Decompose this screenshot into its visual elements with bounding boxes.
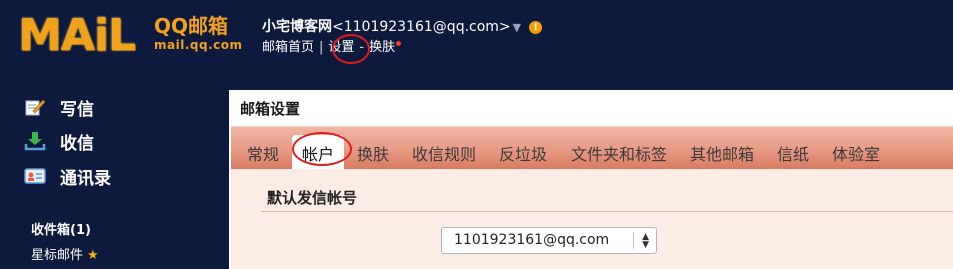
folder-starred[interactable]: 星标邮件 ★ (31, 244, 99, 263)
logo-domain: mail.qq.com (154, 38, 243, 52)
mailbox-home-link[interactable]: 邮箱首页 (262, 40, 314, 55)
tab-mail-rules[interactable]: 收信规则 (412, 141, 476, 165)
starred-label: 星标邮件 (31, 248, 84, 263)
qq-mail-logo[interactable]: MAiL QQ邮箱 mail.qq.com (18, 10, 243, 62)
tab-anti-spam[interactable]: 反垃圾 (499, 141, 547, 165)
tab-folders-labels[interactable]: 文件夹和标签 (571, 141, 667, 165)
tab-stationery[interactable]: 信纸 (777, 141, 809, 165)
logo-brand: QQ邮箱 (154, 14, 229, 38)
tab-lab[interactable]: 体验室 (832, 141, 880, 165)
inbox-label: 收信 (60, 133, 94, 154)
tab-skin[interactable]: 换肤 (357, 141, 389, 165)
contacts-label: 通讯录 (60, 168, 111, 189)
section-divider (261, 211, 953, 212)
select-divider (633, 232, 634, 249)
pencil-note-icon (24, 97, 46, 117)
logo-mail-word: MAiL (18, 10, 136, 61)
page-title: 邮箱设置 (240, 100, 301, 118)
top-header: MAiL QQ邮箱 mail.qq.com 小宅博客网<1101923161@q… (0, 0, 953, 90)
settings-highlight-circle (332, 34, 370, 64)
tab-general[interactable]: 常规 (247, 141, 279, 165)
account-highlight-circle (292, 132, 352, 166)
section-title: 默认发信帐号 (267, 189, 358, 207)
star-icon: ★ (87, 248, 99, 263)
download-tray-icon (24, 131, 46, 151)
address-card-icon (24, 166, 46, 186)
user-name: 小宅博客网 (262, 19, 332, 35)
user-account-line: 小宅博客网<1101923161@qq.com> ▼! (262, 17, 543, 37)
write-label: 写信 (60, 99, 94, 120)
settings-panel: 邮箱设置 常规 帐户 换肤 收信规则 反垃圾 文件夹和标签 其他邮箱 信纸 体验… (229, 90, 953, 269)
alert-icon[interactable]: ! (529, 20, 543, 34)
default-sender-select[interactable]: 1101923161@qq.com ▲ ▼ (441, 227, 657, 254)
user-email: <1101923161@qq.com> (332, 19, 511, 35)
sidebar: 写信 收信 通讯录 收件箱(1) 星标邮件 ★ (0, 90, 226, 269)
write-mail-button[interactable]: 写信 (24, 93, 94, 121)
nav-separator: | (319, 40, 324, 55)
contacts-button[interactable]: 通讯录 (24, 162, 111, 190)
receive-mail-button[interactable]: 收信 (24, 127, 94, 155)
skin-link[interactable]: 换肤 (369, 40, 395, 55)
new-dot-icon (396, 41, 402, 46)
up-down-arrows-icon: ▲ ▼ (642, 232, 649, 250)
triangle-down-icon[interactable]: ▼ (513, 21, 521, 34)
folder-inbox[interactable]: 收件箱(1) (31, 219, 91, 238)
account-settings-content: 默认发信帐号 1101923161@qq.com ▲ ▼ (231, 169, 953, 269)
tab-other-mailboxes[interactable]: 其他邮箱 (690, 141, 754, 165)
sender-select-value: 1101923161@qq.com (454, 232, 610, 248)
